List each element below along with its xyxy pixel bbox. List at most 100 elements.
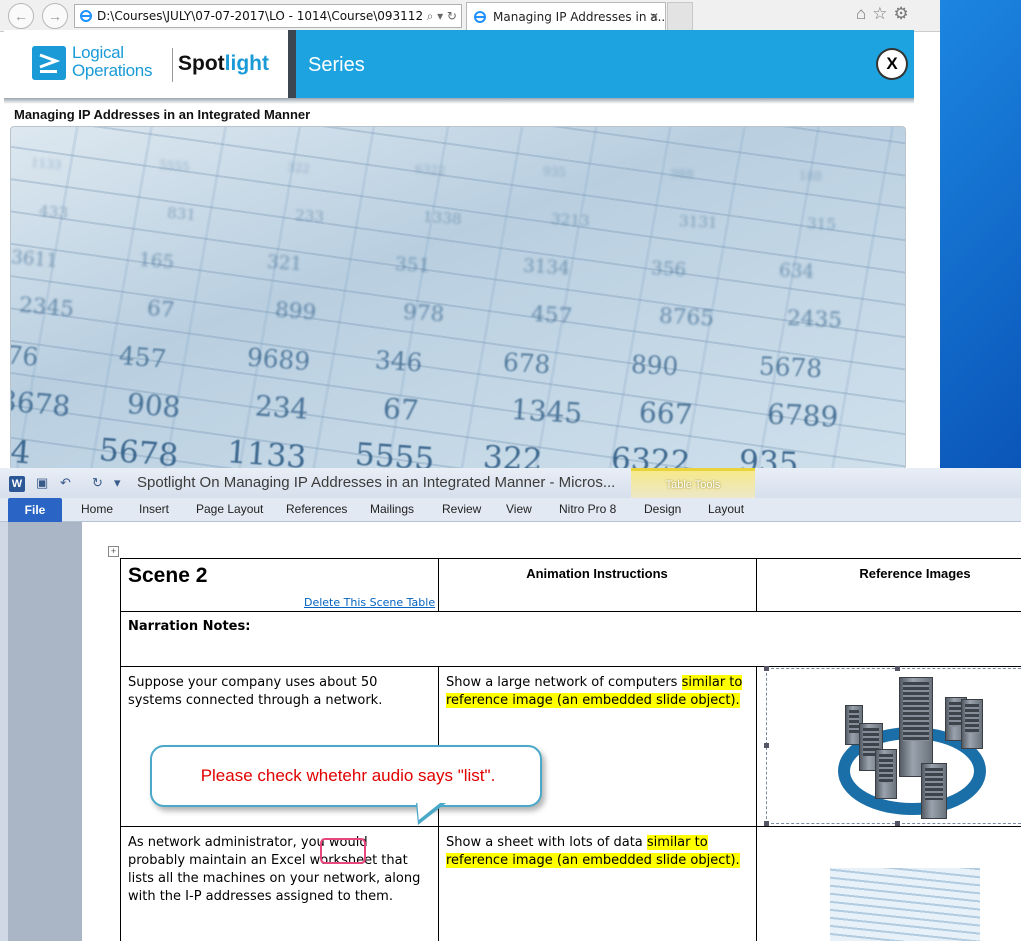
customize-qat-icon[interactable]: ▾ bbox=[114, 475, 121, 491]
hero-number: 1133 bbox=[30, 155, 63, 173]
table-border bbox=[120, 558, 1021, 559]
hero-number: 67 bbox=[146, 295, 176, 324]
row1-animation[interactable]: Show a large network of computers simila… bbox=[446, 674, 746, 710]
ie-page-icon bbox=[80, 10, 92, 22]
header-divider bbox=[288, 30, 296, 100]
logo-divider bbox=[172, 48, 173, 82]
document-page[interactable]: + Scene 2 Delete This Scene Table Animat… bbox=[82, 522, 1021, 941]
word-app-icon[interactable]: W bbox=[9, 476, 25, 492]
hero-number: 6322 bbox=[610, 440, 692, 470]
address-text: D:\Courses\JULY\07-07-2017\LO - 1014\Cou… bbox=[97, 9, 452, 23]
series-bar: Series X bbox=[296, 30, 914, 100]
new-tab-button[interactable] bbox=[667, 2, 693, 32]
hero-number: 634 bbox=[778, 260, 815, 283]
hero-number: 876 bbox=[10, 338, 40, 373]
table-border bbox=[120, 558, 121, 941]
hero-number: 457 bbox=[530, 301, 573, 330]
reference-images-header: Reference Images bbox=[859, 566, 971, 581]
hero-number: 908 bbox=[125, 386, 182, 425]
tab-home[interactable]: Home bbox=[81, 502, 113, 516]
tab-references[interactable]: References bbox=[286, 502, 347, 516]
reference-image-spreadsheet[interactable] bbox=[830, 868, 980, 941]
hero-number: 3213 bbox=[550, 209, 591, 231]
hero-number: 234 bbox=[253, 389, 310, 426]
hero-number: 433 bbox=[38, 201, 69, 223]
hero-number: 1338 bbox=[422, 207, 463, 229]
hero-number: 3678 bbox=[10, 383, 72, 424]
row1-narration[interactable]: Suppose your company uses about 50 syste… bbox=[128, 674, 428, 710]
hero-number: 457 bbox=[117, 341, 168, 374]
tab-mailings[interactable]: Mailings bbox=[370, 502, 414, 516]
table-border bbox=[756, 666, 757, 941]
server-icon bbox=[961, 699, 983, 749]
tab-close-icon[interactable]: ✕ bbox=[649, 3, 659, 31]
redo-icon[interactable]: ↻ bbox=[92, 475, 103, 491]
back-button[interactable]: ← bbox=[8, 3, 34, 29]
hero-number: 988 bbox=[670, 166, 695, 182]
hero-number: 322 bbox=[286, 160, 311, 176]
row2-narration[interactable]: As network administrator, you would prob… bbox=[128, 834, 428, 906]
save-icon[interactable]: ▣ bbox=[36, 475, 48, 491]
left-gutter bbox=[0, 522, 8, 941]
spotlight-brand: Spotlight bbox=[178, 52, 269, 75]
content-title: Managing IP Addresses in an Integrated M… bbox=[14, 107, 311, 122]
hero-spreadsheet-image: 1133 5555 322 6322 935 988 188 433 831 233 1338 321… bbox=[10, 126, 906, 470]
desktop-background bbox=[940, 0, 1021, 470]
table-border bbox=[120, 666, 1021, 667]
scene-title: Scene 2 bbox=[128, 564, 208, 587]
forward-button[interactable]: → bbox=[42, 3, 68, 29]
animation-instructions-header: Animation Instructions bbox=[526, 566, 668, 581]
hero-number: 67 bbox=[381, 391, 420, 428]
hero-number: 8765 bbox=[658, 303, 715, 332]
hero-number: 5678 bbox=[758, 351, 823, 384]
tab-nitro-pro[interactable]: Nitro Pro 8 bbox=[559, 502, 616, 516]
logo: Logical Operations Spotlight bbox=[4, 30, 288, 100]
callout-text: Please check whetehr audio says "list". bbox=[200, 766, 496, 785]
table-border bbox=[120, 826, 1021, 827]
close-button[interactable]: X bbox=[878, 50, 906, 78]
undo-icon[interactable]: ↶ bbox=[60, 475, 71, 491]
hero-number: 899 bbox=[274, 297, 318, 326]
hero-number: 322 bbox=[481, 439, 544, 470]
word-window: W ▣ ↶ ↻ ▾ Spotlight On Managing IP Addre… bbox=[0, 468, 1021, 941]
hero-number: 346 bbox=[374, 345, 424, 378]
hero-number: 5555 bbox=[158, 157, 191, 175]
narration-notes-label: Narration Notes: bbox=[128, 619, 251, 634]
hero-number: 935 bbox=[542, 164, 567, 180]
address-tools-icon[interactable]: ⌕ ▾ ↻ bbox=[422, 5, 457, 27]
browser-tab[interactable]: Managing IP Addresses in a... ✕ bbox=[466, 2, 666, 32]
tab-view[interactable]: View bbox=[506, 502, 532, 516]
tab-page-layout[interactable]: Page Layout bbox=[196, 502, 263, 516]
hero-number: 351 bbox=[394, 253, 431, 278]
hero-number: 234 bbox=[10, 430, 32, 470]
table-border bbox=[120, 611, 1021, 612]
forward-arrow-icon: → bbox=[48, 8, 62, 24]
table-move-handle[interactable]: + bbox=[108, 546, 119, 557]
hero-number: 2345 bbox=[18, 292, 75, 323]
tab-review[interactable]: Review bbox=[442, 502, 481, 516]
hero-number: 321 bbox=[266, 251, 303, 276]
review-comment-callout: Please check whetehr audio says "list". bbox=[150, 745, 542, 807]
document-title: Spotlight On Managing IP Addresses in an… bbox=[137, 474, 616, 491]
delete-scene-link[interactable]: Delete This Scene Table bbox=[304, 596, 435, 609]
tab-design[interactable]: Design bbox=[644, 502, 681, 516]
tab-layout[interactable]: Layout bbox=[708, 502, 744, 516]
word-title-bar: W ▣ ↶ ↻ ▾ Spotlight On Managing IP Addre… bbox=[0, 468, 1021, 498]
home-favorites-settings-icon[interactable]: ⌂☆⚙ bbox=[856, 4, 915, 24]
series-label: Series bbox=[308, 54, 365, 76]
hero-number: 1133 bbox=[225, 434, 308, 470]
reference-image-network[interactable] bbox=[764, 666, 1021, 826]
server-icon bbox=[875, 749, 897, 799]
row2-animation[interactable]: Show a sheet with lots of data similar t… bbox=[446, 834, 746, 870]
hero-number: 890 bbox=[630, 349, 680, 382]
hero-number: 978 bbox=[402, 299, 446, 328]
document-area: + Scene 2 Delete This Scene Table Animat… bbox=[0, 522, 1021, 941]
hero-number: 3131 bbox=[678, 212, 719, 232]
address-bar[interactable]: D:\Courses\JULY\07-07-2017\LO - 1014\Cou… bbox=[74, 4, 462, 28]
hero-number: 678 bbox=[502, 347, 552, 380]
hero-number: 9689 bbox=[246, 342, 312, 377]
tab-file[interactable]: File bbox=[8, 498, 62, 522]
hero-number: 5678 bbox=[97, 431, 180, 470]
hero-number: 165 bbox=[138, 249, 175, 274]
tab-insert[interactable]: Insert bbox=[139, 502, 169, 516]
